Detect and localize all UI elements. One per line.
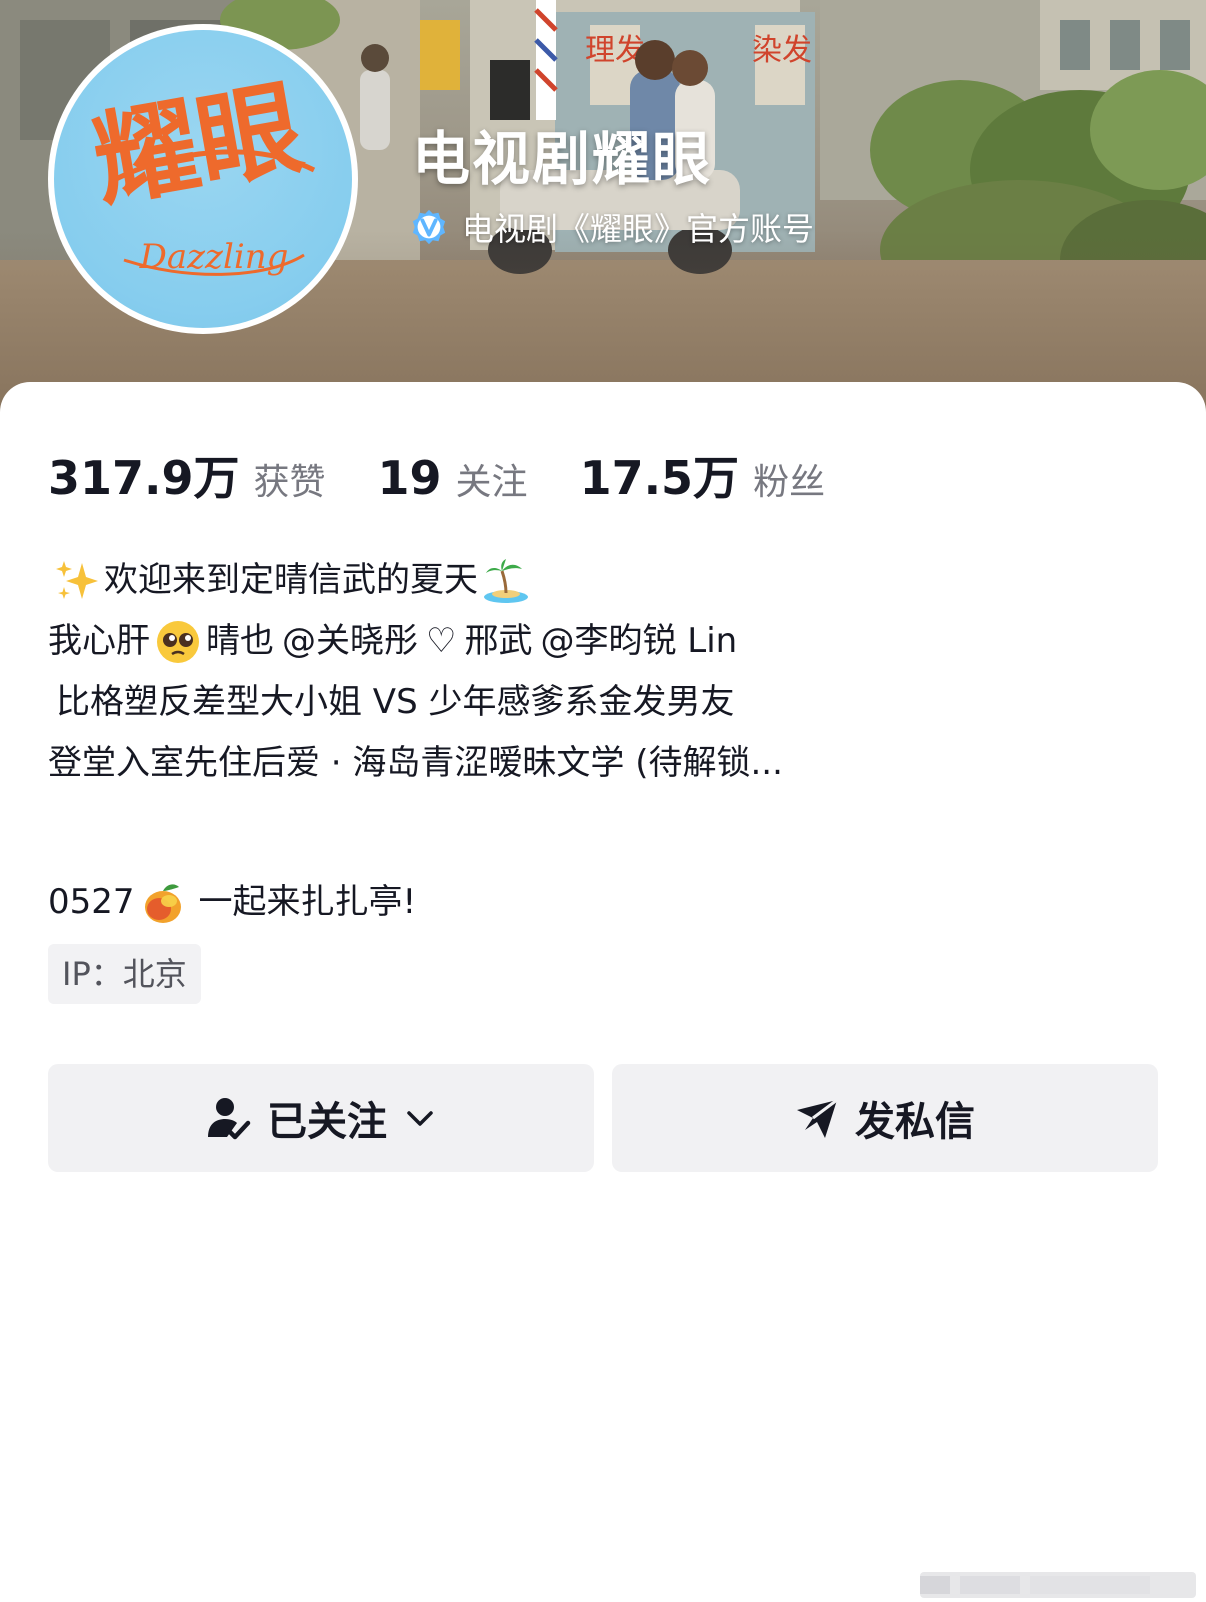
bio-line-1: 欢迎来到定晴信武的夏天	[48, 550, 1148, 611]
stat-following-label: 关注	[455, 462, 528, 503]
user-check-icon	[208, 1098, 251, 1140]
verified-row[interactable]: 电视剧《耀眼》官方账号	[410, 204, 814, 250]
stat-likes-value: 317.9万	[48, 451, 240, 505]
bio-text-date: 0527	[48, 882, 135, 922]
bio-line-5: 0527 一起来扎扎亭!	[48, 872, 1148, 933]
heart-icon: ♡	[426, 621, 457, 661]
blurred-watermark	[920, 1572, 1196, 1598]
following-label: 已关注	[267, 1099, 387, 1145]
bio-text-slogan: 一起来扎扎亭!	[198, 882, 417, 922]
stat-following[interactable]: 19 关注	[378, 451, 528, 505]
svg-text:Dazzling: Dazzling	[139, 237, 289, 277]
verified-icon	[412, 209, 446, 245]
chevron-down-icon	[407, 1111, 433, 1126]
send-message-button[interactable]: 发私信	[612, 1064, 1158, 1172]
stats-row: 317.9万 获赞 19 关注 17.5万 粉丝	[48, 442, 877, 508]
svg-text:染发: 染发	[752, 33, 812, 68]
profile-card: 317.9万 获赞 19 关注 17.5万 粉丝 欢迎来到定晴信武的夏天 我心肝…	[0, 382, 1206, 1598]
profile-banner: 理发 染发 耀眼 Dazzling 电视剧耀眼 电视剧《耀眼》官方账号	[0, 0, 1206, 430]
avatar-logo: 耀眼 Dazzling	[54, 30, 352, 328]
send-icon	[797, 1098, 838, 1138]
stat-likes-label: 获赞	[253, 462, 326, 503]
profile-bio[interactable]: 欢迎来到定晴信武的夏天 我心肝 晴也 @关晓彤 ♡ 邢武 @李昀锐 Lin 比格…	[48, 550, 1148, 933]
bio-text-line4: 登堂入室先住后爱 · 海岛青涩暧昧文学 (待解锁...	[48, 743, 783, 783]
send-message-label: 发私信	[855, 1099, 975, 1145]
stat-following-value: 19	[377, 451, 442, 505]
ip-location-tag: IP：北京	[48, 944, 201, 1004]
avatar[interactable]: 耀眼 Dazzling	[48, 24, 358, 334]
svg-text:耀眼: 耀眼	[85, 65, 311, 222]
stat-followers-label: 粉丝	[753, 462, 826, 503]
mango-emoji	[144, 883, 181, 923]
pleading-face-emoji	[157, 620, 199, 663]
desert-island-emoji	[484, 558, 528, 603]
bio-text-a: 我心肝	[48, 621, 150, 661]
bio-line-2: 我心肝 晴也 @关晓彤 ♡ 邢武 @李昀锐 Lin	[48, 611, 1148, 672]
bio-line-3: 比格塑反差型大小姐 VS 少年感爹系金发男友	[48, 672, 1148, 733]
profile-name: 电视剧耀眼	[412, 125, 713, 193]
stat-followers[interactable]: 17.5万 粉丝	[580, 442, 826, 508]
sparkles-emoji	[56, 560, 98, 599]
bio-text-b: 晴也	[206, 621, 274, 661]
bio-text-welcome: 欢迎来到定晴信武的夏天	[104, 560, 478, 600]
bio-blank-line	[48, 794, 1148, 872]
mention-guan-xiaotong[interactable]: @关晓彤	[282, 611, 418, 672]
bio-text-c: 邢武	[464, 621, 533, 661]
verified-label: 电视剧《耀眼》官方账号	[462, 210, 815, 248]
bio-line-4: 登堂入室先住后爱 · 海岛青涩暧昧文学 (待解锁...	[48, 733, 1148, 794]
mention-li-yunrui[interactable]: @李昀锐 Lin	[540, 611, 737, 672]
dazzling-logo: 耀眼 Dazzling	[85, 65, 316, 277]
bio-text-line3: 比格塑反差型大小姐 VS 少年感爹系金发男友	[56, 682, 735, 722]
stat-likes: 317.9万 获赞	[48, 442, 326, 508]
stat-followers-value: 17.5万	[579, 451, 740, 505]
following-button[interactable]: 已关注	[48, 1064, 594, 1172]
